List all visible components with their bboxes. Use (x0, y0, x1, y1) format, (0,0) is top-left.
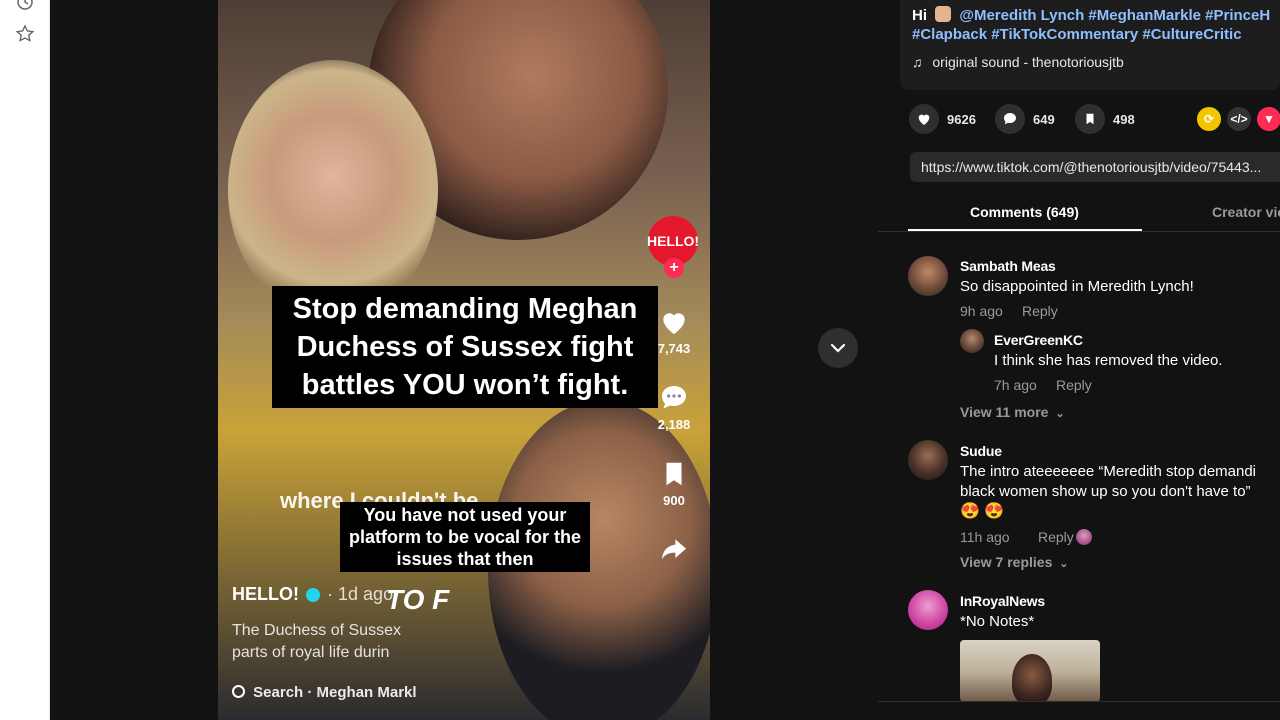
avatar[interactable] (908, 590, 948, 630)
right-panel: Hi @Meredith Lynch #MeghanMarkle #Prince… (878, 0, 1280, 720)
verified-icon (306, 588, 321, 603)
chevron-down-icon: ⌄ (1059, 558, 1069, 570)
video-caption-sub: You have not used your platform to be vo… (340, 502, 590, 572)
comment-text: *No Notes* (960, 613, 1035, 630)
heart-eyes-emoji-icon: 😍 😍 (960, 503, 1005, 520)
video-like-count: 7,743 (657, 341, 691, 356)
repost-icon[interactable]: ⟳ (1197, 107, 1221, 131)
avatar[interactable] (960, 329, 984, 353)
tabs-divider (878, 231, 1280, 232)
embedded-search: Search · Meghan Markl (232, 684, 417, 701)
reply-button[interactable]: Reply (1022, 303, 1058, 319)
view-more-label: View 7 replies (960, 554, 1053, 570)
video-stage: Stop demanding Meghan Duchess of Sussex … (50, 0, 878, 720)
video-like-action[interactable]: 7,743 (648, 306, 700, 356)
like-count: 9626 (947, 111, 976, 127)
save-stat[interactable]: 498 (1075, 104, 1135, 134)
chevron-down-icon: ⌄ (1055, 408, 1065, 420)
waving-hand-emoji-icon (935, 6, 952, 22)
clock-icon[interactable] (15, 0, 35, 12)
video-overlay-text: TO F (386, 584, 450, 615)
embed-code-icon[interactable]: </> (1227, 107, 1251, 131)
comment-time: 9h ago (960, 303, 1003, 319)
video-caption-main: Stop demanding Meghan Duchess of Sussex … (272, 286, 658, 408)
heart-icon (909, 104, 939, 134)
embedded-author-name: HELLO! (232, 584, 299, 604)
description-greeting: Hi (912, 7, 927, 24)
comment-time: 11h ago (960, 529, 1010, 545)
video-description: Hi @Meredith Lynch #MeghanMarkle #Prince… (900, 0, 1280, 90)
comments-bottom-divider (878, 701, 1280, 702)
view-more-label: View 11 more (960, 404, 1049, 420)
video-url-field[interactable]: https://www.tiktok.com/@thenotoriousjtb/… (910, 152, 1280, 182)
star-icon[interactable] (15, 24, 35, 44)
comment-text-line-2: black women show up so you don't have to… (960, 483, 1251, 500)
description-tags-2[interactable]: #Clapback #TikTokCommentary #CultureCrit… (912, 26, 1242, 43)
video-save-action[interactable]: 900 (648, 458, 700, 508)
comment-author[interactable]: InRoyalNews (960, 593, 1045, 609)
reply-button[interactable]: Reply (1038, 529, 1074, 545)
send-icon[interactable]: ▼ (1257, 107, 1280, 131)
thumbnail-person-shape (1012, 654, 1052, 702)
left-rail (0, 0, 50, 720)
music-title: original sound - thenotoriousjtb (932, 54, 1124, 70)
heart-icon (663, 313, 685, 334)
comment-time: 7h ago (994, 377, 1037, 393)
comment-bubble-icon (995, 104, 1025, 134)
like-stat[interactable]: 9626 (909, 104, 976, 134)
comment-stat[interactable]: 649 (995, 104, 1055, 134)
bookmark-icon (666, 462, 682, 486)
view-more-replies[interactable]: View 7 replies ⌄ (960, 554, 1068, 570)
comment-text-line-1: The intro ateeeeeee “Meredith stop deman… (960, 463, 1257, 480)
search-icon (232, 685, 245, 698)
avatar[interactable] (908, 256, 948, 296)
comment-image-thumbnail[interactable] (960, 640, 1100, 702)
tab-comments[interactable]: Comments (649) (970, 204, 1079, 220)
share-arrow-icon (662, 539, 686, 560)
video-comment-count: 2,188 (657, 417, 691, 432)
chevron-down-icon (830, 343, 846, 353)
reply-button[interactable]: Reply (1056, 377, 1092, 393)
embedded-description: The Duchess of Sussex parts of royal lif… (232, 622, 401, 661)
embedded-author: HELLO! · 1d ago (232, 584, 393, 605)
bookmark-icon (1075, 104, 1105, 134)
tab-creator-videos[interactable]: Creator vic (1212, 204, 1280, 220)
video-share-action[interactable] (648, 534, 700, 569)
comment-text: So disappointed in Meredith Lynch! (960, 278, 1194, 295)
view-more-replies[interactable]: View 11 more ⌄ (960, 404, 1065, 420)
save-count: 498 (1113, 111, 1135, 127)
comment-author[interactable]: Sudue (960, 443, 1002, 459)
comment-text: I think she has removed the video. (994, 352, 1223, 369)
next-video-button[interactable] (818, 328, 858, 368)
follow-plus-button[interactable]: + (664, 258, 684, 278)
description-line-1: Hi @Meredith Lynch #MeghanMarkle #Prince… (912, 6, 1270, 24)
left-person-shape (228, 60, 438, 320)
comment-bubble-icon (662, 386, 686, 409)
description-tags-1[interactable]: @Meredith Lynch #MeghanMarkle #PrinceH (959, 7, 1270, 24)
comment-author[interactable]: EverGreenKC (994, 332, 1083, 348)
video-comment-action[interactable]: 2,188 (648, 382, 700, 432)
video-player[interactable]: Stop demanding Meghan Duchess of Sussex … (218, 0, 710, 720)
embedded-post-age: · 1d ago (327, 584, 394, 604)
avatar[interactable] (908, 440, 948, 480)
comment-author[interactable]: Sambath Meas (960, 258, 1056, 274)
description-line-2: #Clapback #TikTokCommentary #CultureCrit… (912, 26, 1242, 43)
music-link[interactable]: ♫ original sound - thenotoriousjtb (912, 54, 1124, 70)
music-note-icon: ♫ (912, 54, 923, 70)
creator-liked-avatar (1076, 529, 1092, 545)
embedded-search-label: Search · Meghan Markl (253, 684, 417, 701)
comment-count: 649 (1033, 111, 1055, 127)
video-save-count: 900 (663, 493, 685, 508)
